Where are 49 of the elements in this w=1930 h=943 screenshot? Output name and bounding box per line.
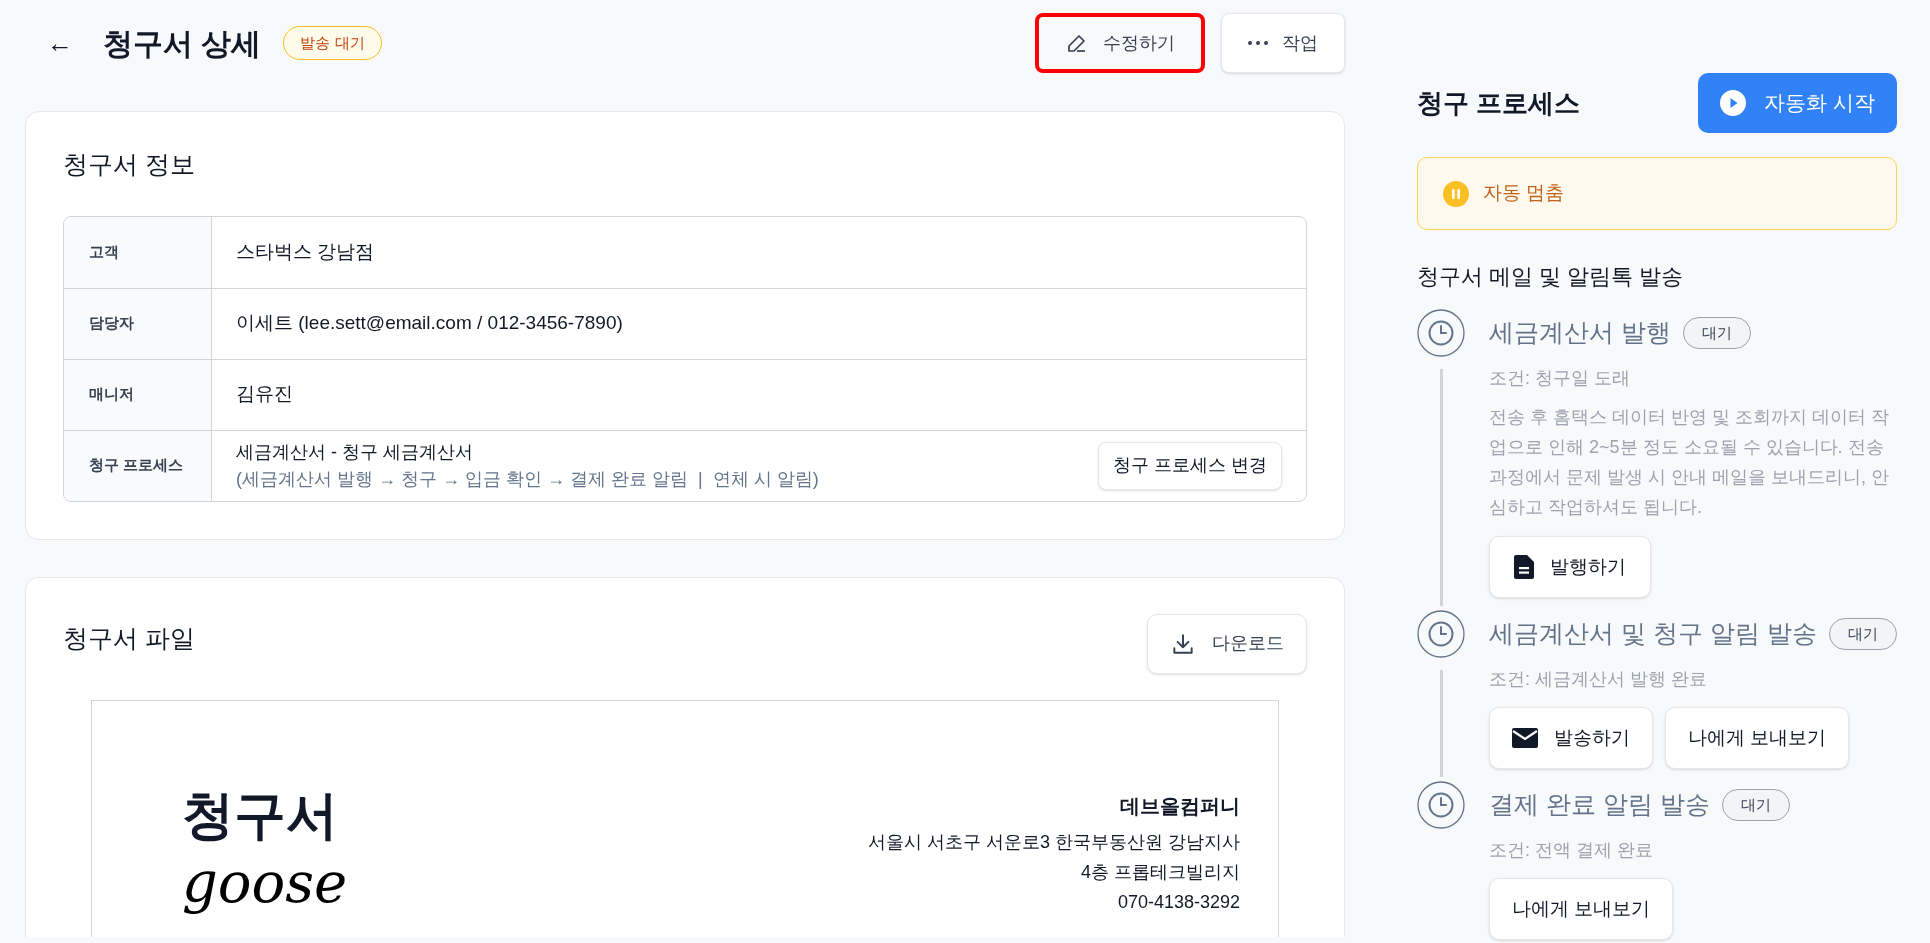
send-to-me-button[interactable]: 나에게 보내보기 bbox=[1665, 707, 1850, 769]
status-badge: 대기 bbox=[1721, 788, 1790, 822]
envelope-icon bbox=[1512, 728, 1538, 748]
document-icon bbox=[1514, 555, 1534, 579]
clock-icon bbox=[1417, 309, 1465, 357]
address-line: 070-4138-3292 bbox=[1117, 890, 1240, 914]
step-condition: 조건: 세금계산서 발행 완료 bbox=[1489, 668, 1708, 691]
row-value: 김유진 bbox=[236, 382, 293, 407]
clock-icon bbox=[1417, 781, 1465, 829]
send-button[interactable]: 발송하기 bbox=[1489, 707, 1653, 769]
more-icon bbox=[1248, 41, 1268, 45]
edit-button[interactable]: 수정하기 bbox=[1035, 13, 1205, 73]
change-process-button[interactable]: 청구 프로세스 변경 bbox=[1098, 441, 1282, 490]
pause-icon bbox=[1443, 180, 1469, 207]
step-description: 전송 후 홈택스 데이터 반영 및 조회까지 데이터 작업으로 인해 2~5분 정도 소요될 수 있습니다. 전송 과정에서 문제 발생 시 안내 메일을 보내드리니, 안심하고 작업하셔도 됩니다. bbox=[1489, 406, 1890, 519]
address-line: 4층 프롭테크빌리지 bbox=[1081, 860, 1240, 884]
page-title: 청구서 상세 bbox=[103, 25, 262, 62]
more-button[interactable]: 작업 bbox=[1221, 13, 1345, 73]
step-condition: 조건: 전액 결제 완료 bbox=[1489, 839, 1654, 862]
send-to-me-button[interactable]: 나에게 보내보기 bbox=[1489, 878, 1674, 940]
step-title: 결제 완료 알림 발송 bbox=[1489, 789, 1710, 821]
status-badge: 대기 bbox=[1828, 617, 1897, 651]
row-label: 고객 bbox=[64, 216, 212, 288]
section-title: 청구서 메일 및 알림톡 발송 bbox=[1417, 263, 1685, 291]
clock-icon bbox=[1417, 610, 1465, 658]
row-value: 스타벅스 강남점 bbox=[236, 239, 375, 264]
row-label: 청구 프로세스 bbox=[64, 430, 212, 501]
start-automation-button[interactable]: 자동화 시작 bbox=[1698, 73, 1897, 133]
company-name: 데브올컴퍼니 bbox=[1120, 793, 1240, 819]
row-value: 이세트 (lee.sett@email.com / 012-3456-7890) bbox=[236, 311, 623, 336]
issue-button[interactable]: 발행하기 bbox=[1489, 536, 1651, 598]
status-text: 자동 멈춤 bbox=[1483, 181, 1565, 206]
address-line: 서울시 서초구 서운로3 한국부동산원 강남지사 bbox=[868, 830, 1240, 854]
step-title: 세금계산서 및 청구 알림 발송 bbox=[1489, 618, 1817, 650]
process-steps: (세금계산서 발행 → 청구 → 입금 확인 → 결제 완료 알림 | 연체 시 알림) bbox=[236, 465, 819, 493]
status-badge: 발송 대기 bbox=[283, 25, 382, 61]
document-heading: 청구서 bbox=[182, 788, 339, 841]
row-label: 담당자 bbox=[64, 288, 212, 359]
section-title: 청구서 정보 bbox=[63, 149, 196, 180]
step-title: 세금계산서 발행 bbox=[1489, 317, 1671, 349]
download-button[interactable]: 다운로드 bbox=[1147, 613, 1307, 674]
section-title: 청구서 파일 bbox=[63, 622, 195, 654]
status-badge: 대기 bbox=[1682, 316, 1751, 350]
panel-title: 청구 프로세스 bbox=[1417, 86, 1581, 120]
row-label: 매니저 bbox=[64, 359, 212, 430]
back-button[interactable]: ← bbox=[47, 30, 73, 56]
row-value: 세금계산서 - 청구 세금계산서 bbox=[236, 440, 474, 464]
step-condition: 조건: 청구일 도래 bbox=[1489, 367, 1631, 390]
play-icon bbox=[1720, 90, 1747, 116]
